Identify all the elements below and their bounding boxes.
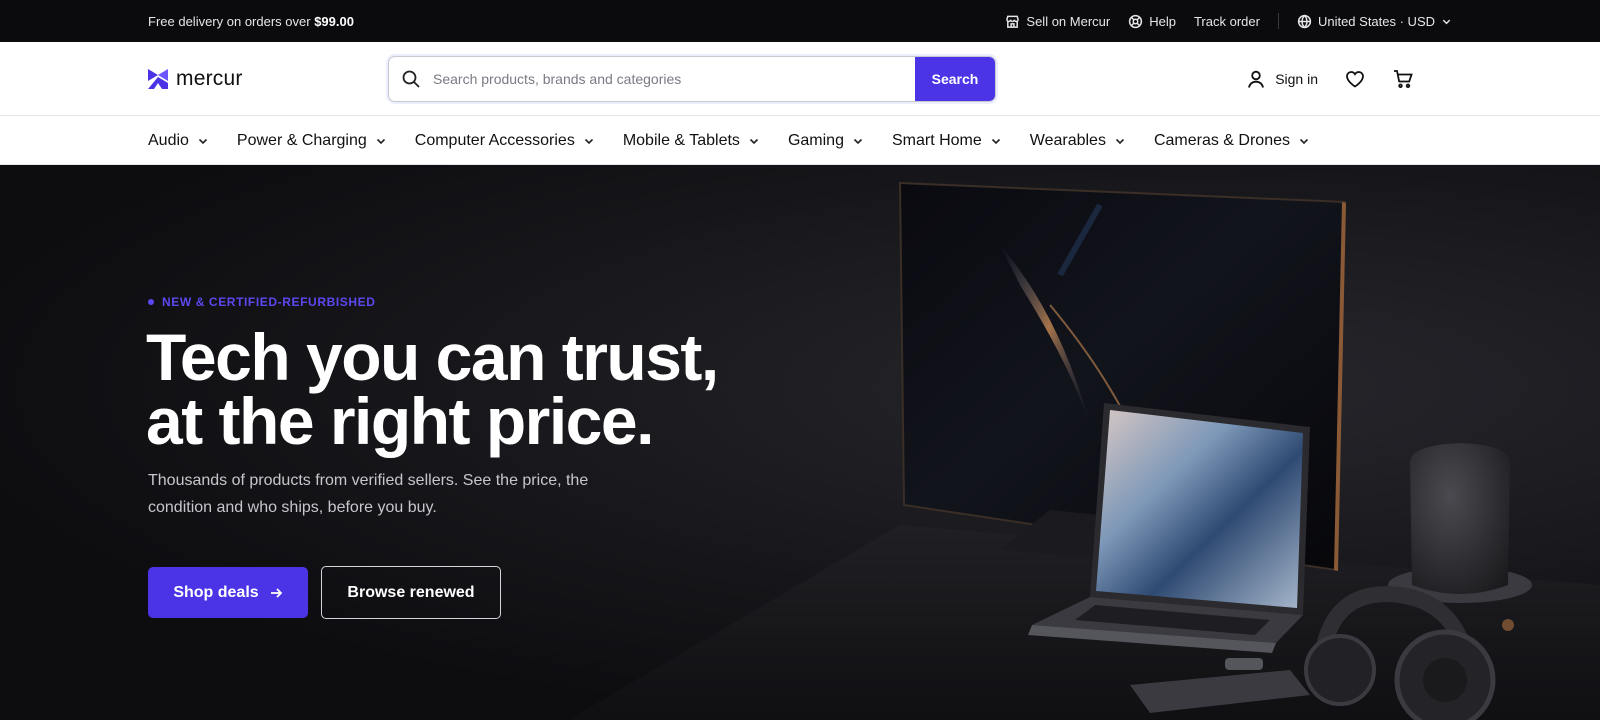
hero-subtitle: Thousands of products from verified sell… [148, 472, 589, 516]
category-label: Cameras & Drones [1153, 131, 1290, 149]
help-label: Help [1149, 13, 1176, 29]
category-label: Audio [148, 131, 189, 149]
category-label: Computer Accessories [414, 131, 575, 149]
category-smart-home[interactable]: Smart Home [892, 132, 1002, 150]
promo-amount: $99.00 [314, 14, 354, 29]
locale-label: United States · USD [1317, 13, 1435, 29]
badge-dot [148, 299, 154, 305]
browse-renewed-label: Browse renewed [347, 583, 475, 601]
hero-badge: NEW & CERTIFIED-REFURBISHED [148, 295, 376, 309]
search-icon-wrap [389, 69, 433, 89]
mercur-logo[interactable]: mercur [148, 67, 243, 91]
globe-icon [1297, 14, 1312, 28]
site-header: mercur Search Sign in [0, 42, 1600, 116]
track-order-link[interactable]: Track order [1194, 14, 1260, 29]
logo-mark-icon [148, 69, 168, 89]
chevron-down-icon [749, 138, 759, 144]
chevron-down-icon [1442, 19, 1451, 24]
category-audio[interactable]: Audio [148, 132, 209, 150]
free-delivery-promo: Free delivery on orders over $99.00 [148, 14, 354, 29]
hero-title-line-1: Tech you can trust, [146, 320, 719, 394]
locale-selector[interactable]: United States · USD [1297, 14, 1452, 29]
header-actions: Sign in [1246, 42, 1414, 116]
top-bar: Free delivery on orders over $99.00 Sell… [0, 0, 1600, 42]
category-list: Audio Power & Charging Computer Accessor… [148, 116, 1338, 165]
logo-wordmark: mercur [176, 67, 243, 90]
search-button[interactable]: Search [915, 57, 995, 101]
chevron-down-icon [376, 138, 385, 144]
category-label: Wearables [1029, 131, 1106, 149]
cart-icon[interactable] [1392, 68, 1414, 90]
user-icon [1248, 70, 1265, 88]
category-label: Gaming [787, 131, 844, 149]
sell-on-mercur-link[interactable]: Sell on Mercur [1005, 14, 1110, 29]
category-power-charging[interactable]: Power & Charging [237, 132, 387, 150]
shop-deals-label: Shop deals [173, 583, 259, 601]
chevron-down-icon [584, 138, 593, 144]
shop-deals-button[interactable]: Shop deals [148, 567, 308, 618]
laptop-screen [1096, 410, 1303, 608]
category-cameras-drones[interactable]: Cameras & Drones [1154, 132, 1310, 150]
search-icon [402, 70, 420, 88]
search-input[interactable] [433, 57, 915, 101]
help-icon [1129, 14, 1143, 28]
track-order-label: Track order [1193, 13, 1260, 29]
sign-in-button[interactable]: Sign in [1246, 69, 1318, 89]
headphones-cup-left [1304, 634, 1376, 706]
hero-section: NEW & CERTIFIED-REFURBISHED Tech you can… [0, 165, 1600, 720]
category-gaming[interactable]: Gaming [788, 132, 864, 150]
topbar-divider [1277, 13, 1279, 29]
category-computer-accessories[interactable]: Computer Accessories [415, 132, 595, 150]
category-nav: Audio Power & Charging Computer Accessor… [0, 116, 1600, 165]
hero-title: Tech you can trust, at the right price. [146, 320, 786, 458]
hero-badge-label: NEW & CERTIFIED-REFURBISHED [162, 295, 376, 309]
sell-on-mercur-label: Sell on Mercur [1026, 13, 1111, 29]
help-link[interactable]: Help [1128, 14, 1176, 29]
chevron-down-icon [1115, 138, 1125, 144]
hero-title-line-2: at the right price. [146, 384, 654, 458]
promo-text: Free delivery on orders over [148, 14, 315, 29]
chevron-down-icon [198, 138, 207, 144]
chevron-down-icon [1299, 138, 1309, 144]
speaker-body [1410, 443, 1510, 594]
top-bar-links: Sell on Mercur Help Track order United S… [1005, 0, 1452, 42]
category-label: Power & Charging [236, 131, 367, 149]
category-label: Mobile & Tablets [622, 131, 740, 149]
chevron-down-icon [991, 138, 1000, 144]
chevron-down-icon [853, 138, 863, 144]
store-icon [1006, 15, 1020, 28]
browse-renewed-button[interactable]: Browse renewed [321, 566, 501, 619]
category-mobile-tablets[interactable]: Mobile & Tablets [623, 132, 760, 150]
arrow-right-icon [270, 587, 282, 598]
search-bar: Search [388, 56, 996, 102]
heart-icon[interactable] [1344, 68, 1366, 90]
category-wearables[interactable]: Wearables [1030, 132, 1126, 150]
sign-in-label: Sign in [1275, 71, 1318, 87]
category-label: Smart Home [891, 131, 982, 149]
